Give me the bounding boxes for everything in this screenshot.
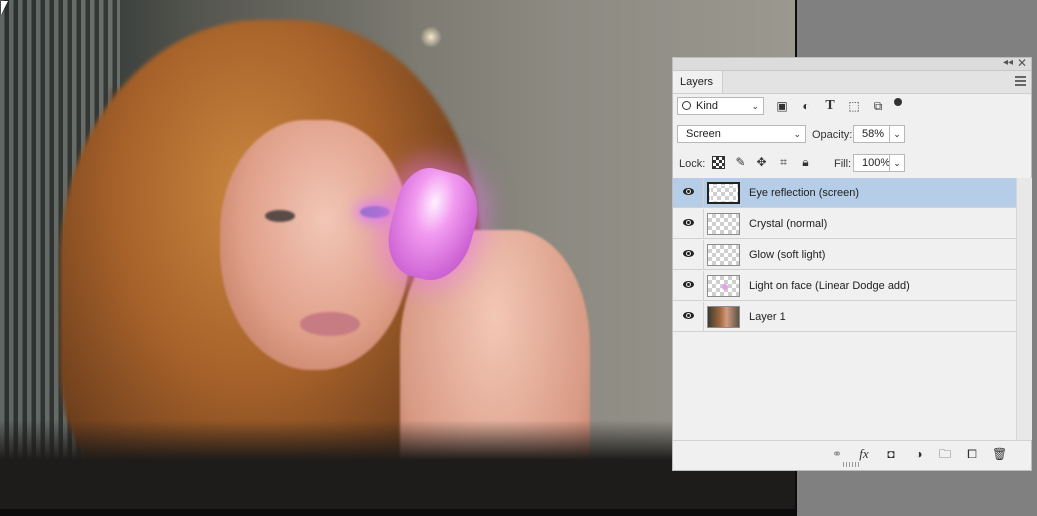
lock-all-icon[interactable]: 🔒︎ [799, 156, 812, 169]
layer-name[interactable]: Light on face (Linear Dodge add) [749, 280, 910, 292]
panel-title-bar[interactable]: ◂◂ ✕ [673, 56, 1031, 71]
kind-filter-select[interactable]: Kind ⌄ [677, 97, 764, 115]
search-icon [682, 101, 691, 110]
new-group-icon[interactable]: 🗀︎ [938, 447, 952, 461]
subject-left-eye [265, 210, 295, 222]
filter-toggle-icon[interactable] [894, 98, 902, 106]
new-adjustment-icon[interactable]: ◑ [912, 447, 926, 461]
kind-filter-label: Kind [696, 100, 719, 112]
tab-layers[interactable]: Layers [673, 71, 723, 93]
visibility-eye-icon[interactable] [683, 281, 694, 288]
layers-panel: ◂◂ ✕ Layers Kind ⌄ ▣ ◐ T ⬚ ⧉ Screen ⌄ Op… [672, 56, 1032, 471]
layer-row[interactable]: Light on face (Linear Dodge add) [673, 271, 1016, 301]
layers-bottom-toolbar: ⚭ fx ◘ ◑ 🗀︎ ⧠ 🗑︎ [673, 440, 1031, 467]
fill-slider-toggle[interactable]: ⌄ [889, 154, 905, 172]
layer-thumbnail [707, 213, 740, 235]
layer-row[interactable]: Crystal (normal) [673, 209, 1016, 239]
blend-row: Screen ⌄ Opacity: 58% ⌄ [673, 121, 1031, 149]
mouse-cursor-icon [1, 1, 8, 15]
layer-thumbnail [707, 306, 740, 328]
lock-position-icon[interactable]: ✥ [755, 156, 768, 169]
delete-layer-icon[interactable]: 🗑︎ [992, 447, 1007, 461]
layer-thumbnail [707, 244, 740, 266]
shape-filter-icon[interactable]: ⬚ [847, 99, 861, 113]
lock-artboard-icon[interactable]: ⌗ [777, 156, 790, 169]
opacity-label: Opacity: [812, 129, 853, 141]
link-layers-icon[interactable]: ⚭ [830, 447, 844, 461]
layer-row[interactable]: Layer 1 [673, 302, 1016, 332]
blend-mode-value: Screen [686, 128, 721, 140]
adjustment-filter-icon[interactable]: ◐ [799, 99, 813, 113]
visibility-eye-icon[interactable] [683, 250, 694, 257]
fill-label: Fill: [834, 158, 852, 170]
layer-name[interactable]: Glow (soft light) [749, 249, 825, 261]
blend-mode-select[interactable]: Screen ⌄ [677, 125, 806, 143]
layer-thumbnail [707, 275, 740, 297]
layer-row[interactable]: Eye reflection (screen) [673, 178, 1016, 208]
add-mask-icon[interactable]: ◘ [884, 447, 898, 461]
divider [703, 209, 704, 239]
opacity-input[interactable]: 58% [853, 125, 890, 143]
divider [703, 302, 704, 332]
close-panel-icon[interactable]: ✕ [1017, 56, 1027, 70]
lock-image-pixels-icon[interactable]: ✎ [734, 156, 747, 169]
divider [703, 240, 704, 270]
thumbnail-detail [722, 284, 728, 290]
opacity-slider-toggle[interactable]: ⌄ [889, 125, 905, 143]
image-filter-icon[interactable]: ▣ [775, 99, 789, 113]
lock-transparent-pixels-icon[interactable] [712, 156, 725, 169]
panel-menu-icon[interactable] [1015, 76, 1026, 86]
layers-scrollbar[interactable] [1016, 178, 1032, 440]
lock-label: Lock: [679, 158, 706, 170]
divider [703, 271, 704, 301]
collapse-panel-icon[interactable]: ◂◂ [1003, 57, 1013, 68]
layer-row[interactable]: Glow (soft light) [673, 240, 1016, 270]
type-filter-icon[interactable]: T [823, 99, 837, 113]
subject-right-eye-glow [360, 206, 390, 218]
layer-name[interactable]: Layer 1 [749, 311, 786, 323]
subject-lips [300, 312, 360, 336]
fill-input[interactable]: 100% [853, 154, 890, 172]
visibility-eye-icon[interactable] [683, 188, 694, 195]
layer-name[interactable]: Crystal (normal) [749, 218, 827, 230]
fx-icon[interactable]: fx [857, 447, 871, 461]
visibility-eye-icon[interactable] [683, 312, 694, 319]
new-layer-icon[interactable]: ⧠ [965, 447, 979, 461]
layer-name[interactable]: Eye reflection (screen) [749, 187, 859, 199]
smart-object-filter-icon[interactable]: ⧉ [871, 99, 885, 113]
chevron-down-icon: ⌄ [793, 129, 801, 139]
visibility-eye-icon[interactable] [683, 219, 694, 226]
layer-thumbnail [707, 182, 740, 204]
divider [703, 178, 704, 208]
lock-row: Lock: ✎ ✥ ⌗ 🔒︎ Fill: 100% ⌄ [673, 150, 1031, 178]
layers-list: Eye reflection (screen) Crystal (normal)… [673, 178, 1016, 440]
background-light [420, 26, 442, 48]
filter-row: Kind ⌄ ▣ ◐ T ⬚ ⧉ [673, 93, 1031, 121]
chevron-down-icon: ⌄ [751, 101, 759, 111]
resize-grip[interactable] [843, 462, 861, 467]
panel-tab-bar: Layers [673, 71, 1031, 94]
